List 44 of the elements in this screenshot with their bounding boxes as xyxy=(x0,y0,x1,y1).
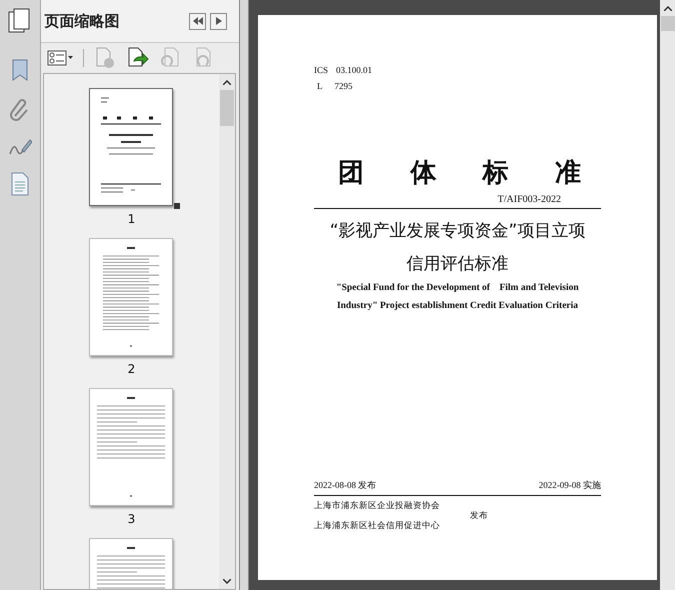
collapse-button[interactable] xyxy=(189,12,206,30)
page-thumbnail[interactable] xyxy=(89,388,174,506)
scroll-thumb[interactable] xyxy=(660,16,674,31)
ics-value: 03.100.01 xyxy=(336,65,372,75)
scrollbar[interactable] xyxy=(660,0,675,590)
english-title-line: "Special Fund for the Development of Film and Television xyxy=(335,283,580,293)
scroll-up-icon[interactable] xyxy=(223,80,232,84)
heading-character: 体 xyxy=(410,157,436,190)
scroll-thumb[interactable] xyxy=(220,90,234,126)
chinese-title-line: 信用评估标准 xyxy=(406,253,510,275)
splitter[interactable] xyxy=(240,0,249,590)
issuer-name: 上海市浦东新区企业投融资协会 xyxy=(314,500,440,512)
heading-character: 准 xyxy=(554,157,581,190)
chinese-title-line: “影视产业发展专项资金”项目立项 xyxy=(328,220,586,242)
page-number: 2 xyxy=(128,362,136,376)
english-title-line: Industry" Project establishment Credit Evaluation Criteria xyxy=(336,301,580,311)
expand-button[interactable] xyxy=(210,12,228,30)
scrollbar[interactable] xyxy=(219,74,236,589)
scroll-down-icon[interactable] xyxy=(223,578,232,584)
page-thumbnail[interactable] xyxy=(89,238,174,356)
scroll-up-icon[interactable] xyxy=(664,6,672,10)
document-icon[interactable] xyxy=(10,172,30,196)
issued-label: 发布 xyxy=(470,510,488,522)
heading-character: 团 xyxy=(338,157,364,190)
panel-title: 页面缩略图 xyxy=(44,12,121,30)
bookmark-icon[interactable] xyxy=(10,58,30,84)
ics-label: ICS xyxy=(314,65,328,75)
heading-character: 标 xyxy=(482,157,509,190)
page-arrow-icon[interactable] xyxy=(126,47,150,69)
effective-date: 2022-09-08 实施 xyxy=(538,479,601,492)
issuer-name: 上海浦东新区社会信用促进中心 xyxy=(314,520,440,532)
resize-handle[interactable] xyxy=(174,203,180,209)
right-arrow-icon xyxy=(216,17,222,25)
l-value: 7295 xyxy=(334,81,352,91)
l-label: L xyxy=(317,81,322,91)
delete-page-icon[interactable] xyxy=(94,47,116,69)
page-thumbnail[interactable] xyxy=(89,88,174,206)
options-icon[interactable] xyxy=(46,50,73,66)
standard-code: T/AIF003-2022 xyxy=(498,194,561,205)
page-number: 3 xyxy=(128,512,136,526)
publish-date: 2022-08-08 发布 xyxy=(314,479,376,492)
pages-icon[interactable] xyxy=(8,8,32,34)
double-left-arrow-icon xyxy=(192,17,203,25)
page-number: 1 xyxy=(128,212,136,226)
